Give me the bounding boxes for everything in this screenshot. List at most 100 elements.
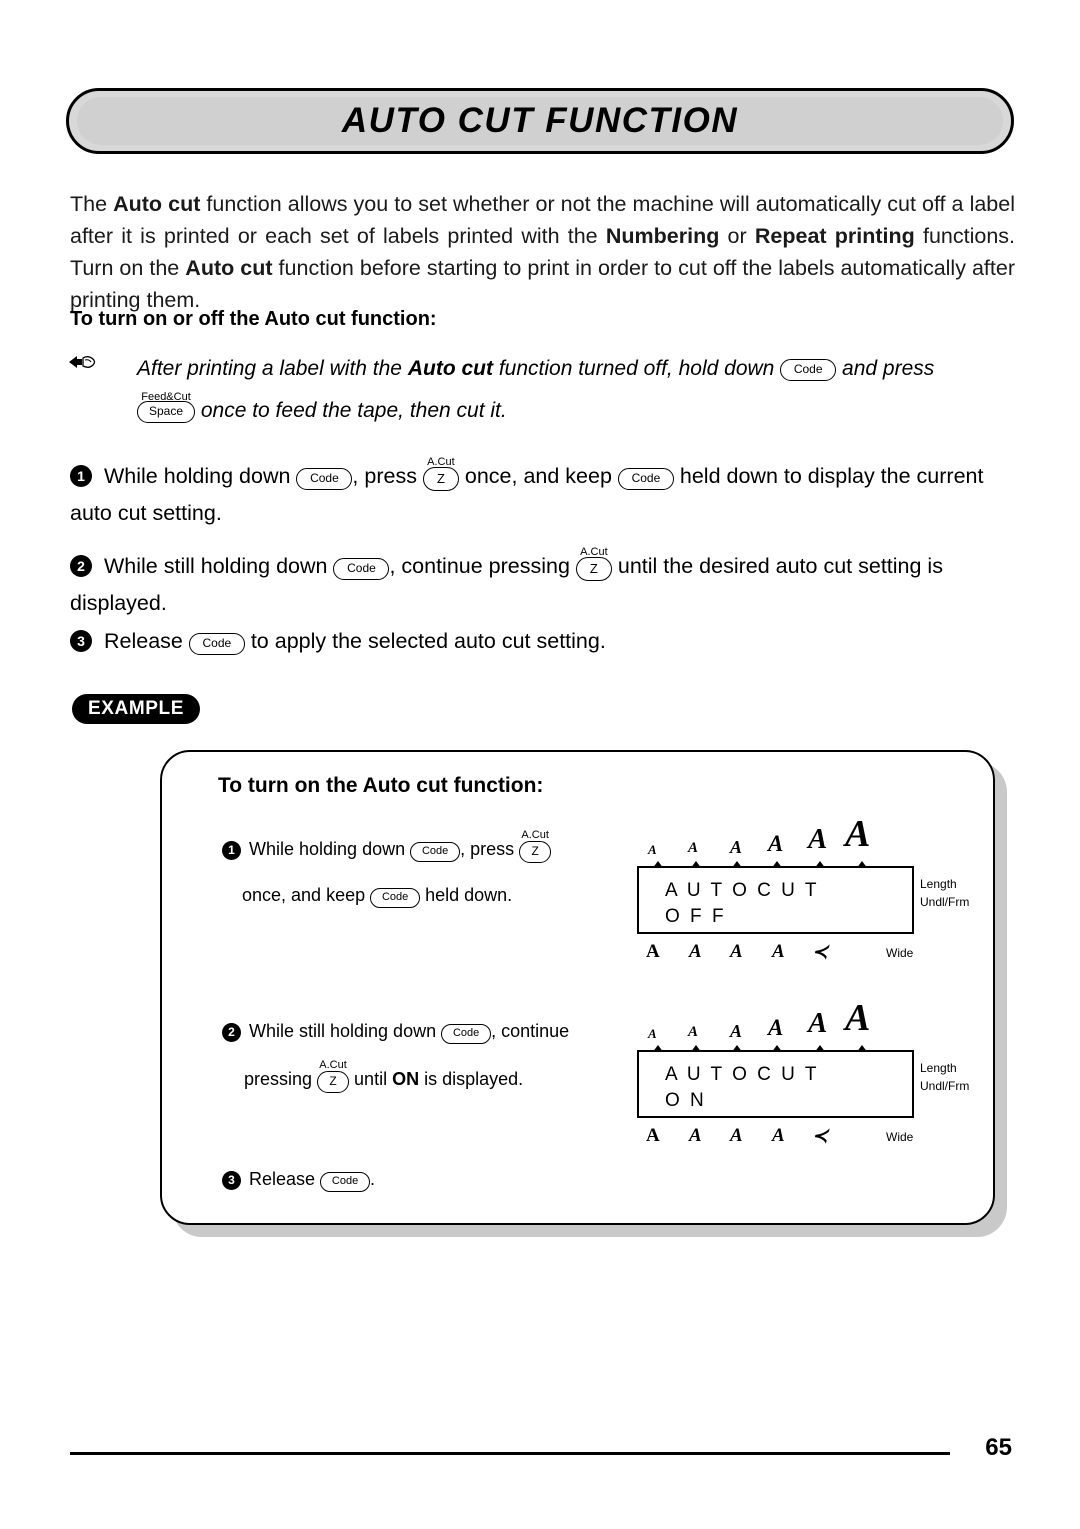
page-title: AUTO CUT FUNCTION xyxy=(341,101,739,140)
example-step-2-text-1: While still holding down xyxy=(249,1021,442,1041)
key-z-ex1[interactable]: A.Cut Z xyxy=(519,829,552,867)
lcd1-bottom-a-5: ≺ xyxy=(812,942,828,963)
step-1: 1 While holding down Code, press A.Cut Z o… xyxy=(70,456,1020,531)
example-step-2-text-2: , continue xyxy=(491,1021,570,1041)
lcd2-bottom-a-3: A xyxy=(730,1125,743,1146)
step-1-number: 1 xyxy=(70,465,92,487)
step-3-text-2: to apply the selected auto cut setting. xyxy=(244,629,606,653)
step-2-text-1: While still holding down xyxy=(104,554,334,578)
key-space-note-label: Space xyxy=(137,401,195,424)
example-step-2-text-5: is displayed. xyxy=(419,1069,524,1089)
example-step-2-text-4: until xyxy=(349,1069,393,1089)
lcd1-top-a-4: A xyxy=(768,831,784,856)
intro-bold-autocut-2: Auto cut xyxy=(185,256,273,280)
note-paragraph: After printing a label with the Auto cut… xyxy=(137,348,1022,433)
lcd2-top-a-2: A xyxy=(688,1024,699,1040)
example-step-3: 3 Release Code. xyxy=(222,1162,642,1197)
example-step-2-text-3: pressing xyxy=(244,1069,318,1089)
note-text-3: and press xyxy=(836,357,935,380)
lcd2-bottom-a-2: A xyxy=(689,1125,702,1146)
lcd1-bottom-a-2: A xyxy=(689,941,702,962)
step-3-number: 3 xyxy=(70,630,92,652)
key-code-ex3-label: Code xyxy=(320,1171,371,1192)
lcd1-top-a-3: A xyxy=(730,837,743,857)
key-code-step1-b[interactable]: Code xyxy=(617,459,674,495)
lcd2-side-wide: Wide xyxy=(886,1130,914,1144)
key-code-step1-a[interactable]: Code xyxy=(296,459,353,495)
step-1-text-1: While holding down xyxy=(104,464,297,488)
key-code-ex1-a-label: Code xyxy=(410,841,461,862)
lcd2-bottom-a-4: A xyxy=(772,1125,785,1146)
lcd2-line-1: A U T O C U T xyxy=(665,1064,819,1085)
page-title-banner: AUTO CUT FUNCTION xyxy=(66,88,1014,154)
note-text-2: function turned off, hold down xyxy=(492,357,781,380)
step-2-text-2: , continue pressing xyxy=(389,554,576,578)
example-step-3-text-2: . xyxy=(370,1169,376,1189)
lcd2-bottom-a-1: A xyxy=(646,1125,660,1146)
key-code-ex2-label: Code xyxy=(441,1023,492,1044)
lcd1-top-a-5: A xyxy=(808,823,828,855)
step-3-text-1: Release xyxy=(104,629,189,653)
step-1-text-2: , press xyxy=(352,464,423,488)
lcd2-line-2: O N xyxy=(665,1090,707,1111)
lcd1-bottom-a-4: A xyxy=(772,941,785,962)
lcd2-bottom-a-5: ≺ xyxy=(812,1126,828,1147)
key-code-ex1-b-label: Code xyxy=(370,887,421,908)
lcd2-side-length: Length xyxy=(920,1061,957,1075)
lcd1-bottom-a-3: A xyxy=(730,941,743,962)
lcd1-bottom-a-1: A xyxy=(646,941,660,962)
example-title: To turn on the Auto cut function: xyxy=(218,774,544,797)
lcd1-top-a-2: A xyxy=(688,840,699,856)
pointing-hand-icon xyxy=(68,352,96,376)
lcd2-top-a-4: A xyxy=(768,1015,784,1040)
step-1-text-3: once, and keep xyxy=(458,464,618,488)
key-z-ex2-label: Z xyxy=(317,1070,350,1093)
lcd1-line-2: O F F xyxy=(665,906,727,927)
key-code-note[interactable]: Code xyxy=(780,348,837,390)
lcd2-top-a-6: A xyxy=(845,997,871,1039)
section-subheading: To turn on or off the Auto cut function: xyxy=(70,308,437,330)
example-step-3-number: 3 xyxy=(222,1171,241,1190)
lcd1-side-undlfrm: Undl/Frm xyxy=(920,895,970,909)
lcd1-side-length: Length xyxy=(920,877,957,891)
page-number: 65 xyxy=(985,1434,1012,1461)
intro-text-1: The xyxy=(70,192,114,216)
step-2: 2 While still holding down Code, continue… xyxy=(70,546,1020,621)
example-step-1-text-3: once, and keep xyxy=(242,885,371,905)
example-step-3-text-1: Release xyxy=(249,1169,321,1189)
key-z-step1[interactable]: A.Cut Z xyxy=(422,456,459,495)
example-step-1-text-1: While holding down xyxy=(249,839,411,859)
key-z-ex2[interactable]: A.Cut Z xyxy=(317,1059,350,1097)
example-step-2-bold-on: ON xyxy=(392,1069,420,1089)
lcd1-top-a-1: A xyxy=(648,842,657,857)
key-code-ex2[interactable]: Code xyxy=(441,1015,492,1049)
key-code-ex1-a[interactable]: Code xyxy=(410,833,461,867)
lcd2-side-undlfrm: Undl/Frm xyxy=(920,1079,970,1093)
key-code-step3-label: Code xyxy=(188,632,245,655)
key-code-step1-a-label: Code xyxy=(296,467,353,490)
key-code-step2[interactable]: Code xyxy=(333,549,390,585)
example-step-2-cont: pressing A.Cut Z until ON is displayed. xyxy=(244,1059,664,1097)
key-z-step2[interactable]: A.Cut Z xyxy=(575,546,612,585)
example-badge: EXAMPLE xyxy=(72,694,200,724)
example-step-1-cont: once, and keep Code held down. xyxy=(242,878,662,913)
step-2-number: 2 xyxy=(70,555,92,577)
key-code-ex1-b[interactable]: Code xyxy=(370,879,421,913)
key-code-ex3[interactable]: Code xyxy=(320,1163,371,1197)
example-step-1-number: 1 xyxy=(222,841,241,860)
example-step-1: 1 While holding down Code, press A.Cut Z xyxy=(222,829,642,867)
step-3: 3 Release Code to apply the selected auto… xyxy=(70,623,1020,660)
note-bold-autocut: Auto cut xyxy=(407,357,493,380)
key-code-step3[interactable]: Code xyxy=(188,624,245,660)
footer-divider xyxy=(70,1452,950,1455)
key-space-note[interactable]: Feed&Cut Space xyxy=(137,391,195,433)
intro-paragraph: The Auto cut function allows you to set … xyxy=(70,188,1015,316)
key-code-step2-label: Code xyxy=(333,557,390,580)
lcd1-top-a-6: A xyxy=(845,813,871,855)
key-z-step1-label: Z xyxy=(422,466,459,491)
key-code-note-label: Code xyxy=(780,358,837,381)
intro-bold-autocut-1: Auto cut xyxy=(113,192,201,216)
example-step-1-text-4: held down. xyxy=(420,885,513,905)
key-code-step1-b-label: Code xyxy=(617,467,674,490)
key-z-step2-label: Z xyxy=(575,556,612,581)
